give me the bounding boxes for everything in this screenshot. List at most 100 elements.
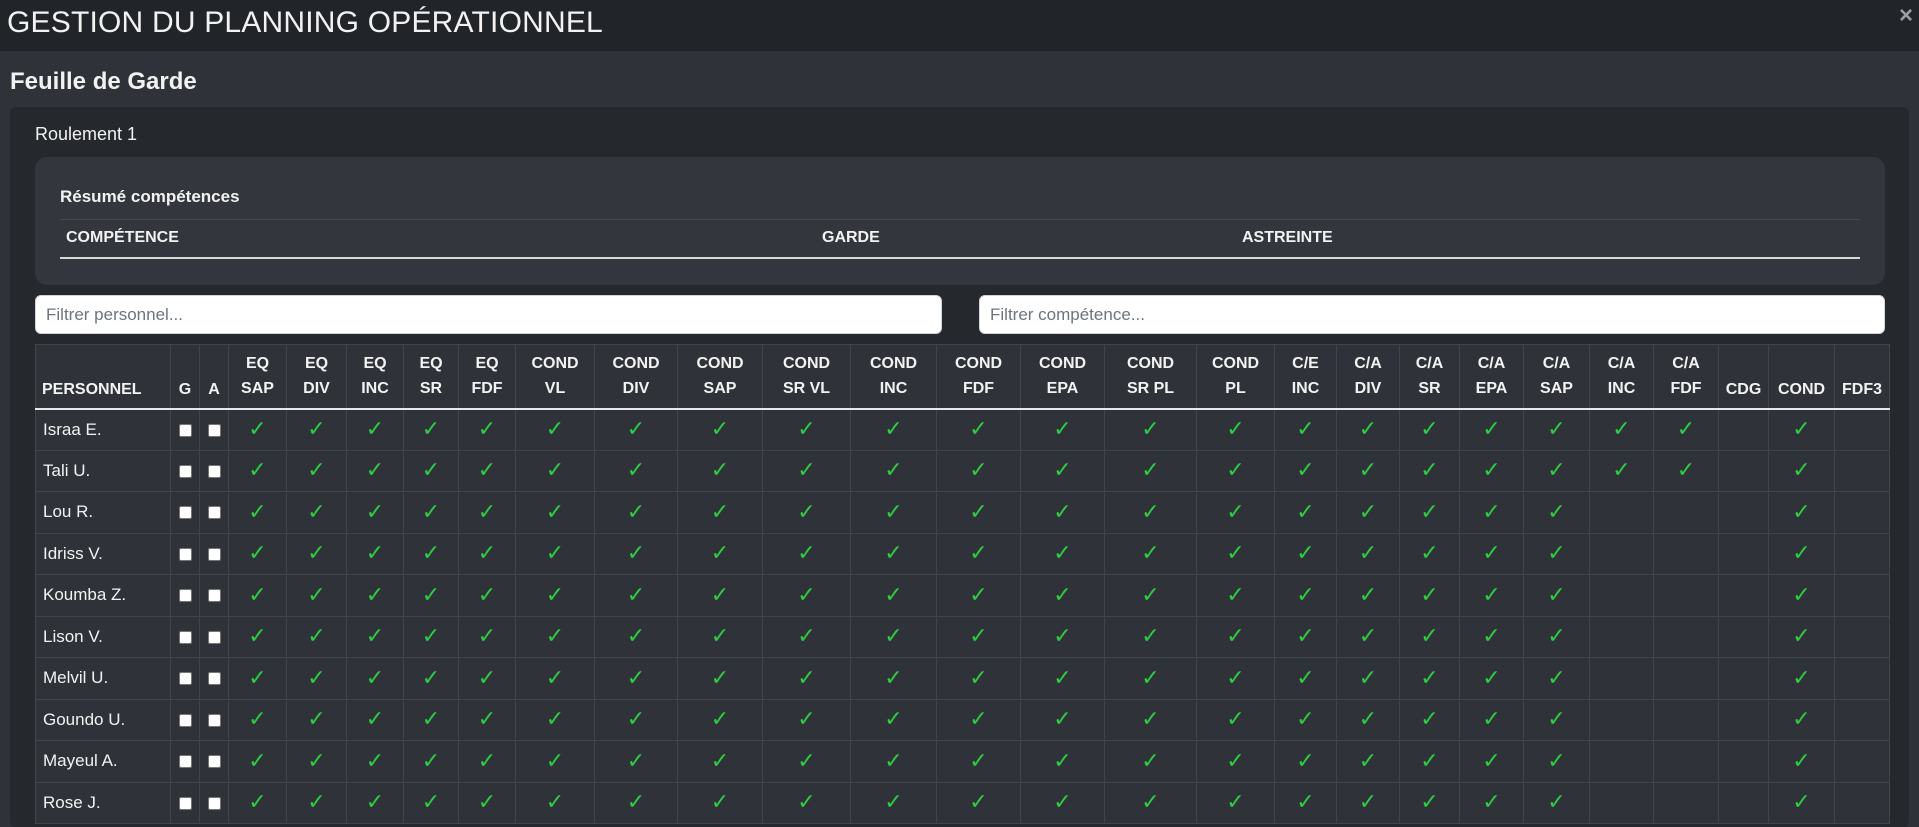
competence-cell: ✓ [458,574,516,617]
close-icon[interactable]: × [1899,2,1913,30]
competence-cell: ✓ [594,574,678,617]
table-row: Israa E. ✓ ✓ ✓ ✓ ✓ ✓ ✓ ✓ ✓ ✓ ✓ ✓ ✓ ✓ ✓ ✓ ✓ ✓ ✓ ✓ ✓ ✓ [35,408,1890,451]
garde-checkbox[interactable] [178,506,192,520]
check-icon: ✓ [1053,581,1072,607]
competence-cell: ✓ [1336,533,1400,575]
check-icon: ✓ [797,664,816,690]
garde-checkbox-cell [170,657,200,700]
check-icon: ✓ [1482,457,1501,483]
check-icon: ✓ [1792,498,1811,524]
competence-filter-input[interactable] [979,295,1885,334]
garde-checkbox[interactable] [178,464,192,478]
astreinte-checkbox[interactable] [207,755,221,769]
competence-cell: ✓ [1768,699,1835,741]
competence-cell: ✓ [346,616,404,658]
garde-checkbox[interactable] [178,755,192,769]
astreinte-checkbox[interactable] [207,506,221,520]
column-header: COND FDF [936,344,1021,410]
check-icon: ✓ [626,664,646,690]
check-icon: ✓ [365,623,385,649]
check-icon: ✓ [1296,664,1315,690]
competence-cell: ✓ [1459,616,1524,658]
competence-cell: ✓ [1274,616,1337,658]
garde-checkbox[interactable] [178,672,192,686]
competence-cell: ✓ [1104,408,1197,451]
competence-cell: ✓ [594,616,678,658]
competence-cell: ✓ [1399,699,1460,741]
competence-cell: ✓ [515,450,595,492]
check-icon: ✓ [884,623,903,649]
garde-checkbox[interactable] [178,630,192,644]
competence-cell [1718,699,1769,741]
competence-cell: ✓ [936,450,1021,492]
column-header: FDF3 [1834,344,1890,410]
astreinte-checkbox[interactable] [207,713,221,727]
competence-cell: ✓ [1020,574,1105,617]
table-body: Israa E. ✓ ✓ ✓ ✓ ✓ ✓ ✓ ✓ ✓ ✓ ✓ ✓ ✓ ✓ ✓ ✓ ✓ ✓ ✓ ✓ ✓ ✓ Tali U. ✓ ✓ ✓… [35,408,1890,824]
competence-cell: ✓ [1399,491,1460,534]
competence-cell [1718,491,1769,534]
check-icon: ✓ [1296,706,1315,732]
check-icon: ✓ [884,457,903,483]
competence-cell: ✓ [1336,657,1400,700]
check-icon: ✓ [1141,457,1160,483]
competence-cell: ✓ [346,574,404,617]
check-icon: ✓ [1226,457,1245,483]
astreinte-checkbox[interactable] [207,630,221,644]
competence-cell: ✓ [850,450,937,492]
check-icon: ✓ [1420,747,1439,773]
competence-cell [1834,574,1890,617]
competence-cell: ✓ [403,533,459,575]
check-icon: ✓ [626,789,646,815]
check-icon: ✓ [421,747,441,773]
astreinte-checkbox[interactable] [207,464,221,478]
competence-cell: ✓ [936,699,1021,741]
check-icon: ✓ [307,540,326,566]
check-icon: ✓ [1676,416,1696,441]
garde-checkbox[interactable] [178,423,192,437]
check-icon: ✓ [1053,416,1072,441]
astreinte-checkbox[interactable] [207,547,221,561]
competence-cell: ✓ [515,740,595,783]
garde-checkbox-cell [170,533,200,575]
competence-cell: ✓ [346,533,404,575]
competence-cell: ✓ [1459,491,1524,534]
check-icon: ✓ [1420,664,1439,690]
garde-checkbox[interactable] [178,547,192,561]
personnel-name: Tali U. [35,450,171,492]
competence-cell: ✓ [346,699,404,741]
competence-cell: ✓ [1399,450,1460,492]
competence-cell [1834,533,1890,575]
competence-cell: ✓ [762,699,851,741]
competence-cell: ✓ [1020,491,1105,534]
check-icon: ✓ [1141,498,1160,524]
astreinte-checkbox[interactable] [207,796,221,810]
competence-cell [1653,574,1719,617]
astreinte-checkbox-cell [199,574,229,617]
garde-checkbox-cell [170,408,200,451]
check-icon: ✓ [1141,747,1160,773]
competence-cell: ✓ [1459,740,1524,783]
garde-checkbox[interactable] [178,713,192,727]
check-icon: ✓ [1053,664,1072,690]
column-header: C/A DIV [1336,344,1400,410]
column-header: COND PL [1196,344,1275,410]
check-icon: ✓ [1141,540,1160,566]
check-icon: ✓ [1358,747,1378,773]
competence-cell: ✓ [1196,491,1275,534]
column-header: COND [1768,344,1835,410]
astreinte-checkbox[interactable] [207,589,221,603]
column-header: EQ DIV [286,344,347,410]
competence-cell: ✓ [1336,450,1400,492]
astreinte-checkbox[interactable] [207,423,221,437]
competence-cell: ✓ [286,574,347,617]
competence-cell [1653,699,1719,741]
competence-cell: ✓ [1768,491,1835,534]
check-icon: ✓ [1792,789,1811,815]
personnel-filter-input[interactable] [35,295,942,334]
competence-cell: ✓ [1523,450,1590,492]
garde-checkbox[interactable] [178,589,192,603]
garde-checkbox[interactable] [178,796,192,810]
astreinte-checkbox[interactable] [207,672,221,686]
competence-cell: ✓ [515,408,595,451]
